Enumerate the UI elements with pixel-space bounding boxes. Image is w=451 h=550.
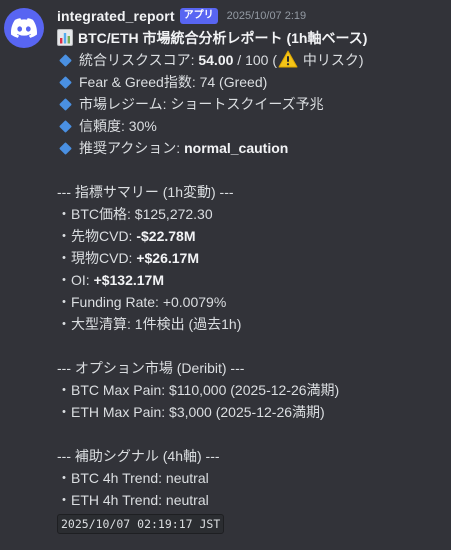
spot-cvd-line: ・現物CVD: +$26.17M (57, 247, 447, 269)
confidence-text: 信頼度: 30% (79, 118, 157, 134)
risk-score-label: 統合リスクスコア: (79, 52, 199, 68)
app-badge: アプリ (179, 8, 218, 24)
timestamp[interactable]: 2025/10/07 2:19 (227, 10, 307, 22)
report-title: BTC/ETH 市場統合分析レポート (1h軸ベース) (78, 30, 368, 46)
btc-trend-line: ・BTC 4h Trend: neutral (57, 470, 209, 486)
oi-value: +$132.17M (93, 272, 165, 288)
message-body: BTC/ETH 市場統合分析レポート (1h軸ベース) 統合リスクスコア: 54… (57, 27, 447, 534)
action-line: 推奨アクション: normal_caution (57, 137, 447, 159)
btc-price-line: ・BTC価格: $125,272.30 (57, 206, 213, 222)
footer-time-wrap: 2025/10/07 02:19:17 JST (57, 511, 447, 534)
action-label: 推奨アクション: (79, 140, 185, 156)
options-header: --- オプション市場 (Deribit) --- (57, 360, 245, 376)
oi-label: ・OI: (57, 272, 94, 288)
blue-diamond-icon (59, 76, 72, 90)
risk-level: 中リスク) (299, 52, 364, 68)
signal-header: --- 補助シグナル (4h軸) --- (57, 448, 220, 464)
spot-cvd-value: +$26.17M (136, 250, 200, 266)
footer-timestamp: 2025/10/07 02:19:17 JST (57, 514, 225, 534)
futures-cvd-value: -$22.78M (136, 228, 196, 244)
futures-cvd-line: ・先物CVD: -$22.78M (57, 225, 447, 247)
risk-score-value: 54.00 (198, 52, 234, 68)
blue-diamond-icon (59, 98, 72, 112)
spot-cvd-label: ・現物CVD: (57, 250, 137, 266)
avatar[interactable] (4, 8, 44, 48)
futures-cvd-label: ・先物CVD: (57, 228, 137, 244)
blue-diamond-icon (59, 54, 72, 68)
action-value: normal_caution (184, 140, 289, 156)
bar-chart-icon (57, 29, 73, 46)
funding-rate-line: ・Funding Rate: +0.0079% (57, 294, 227, 310)
indicator-header: --- 指標サマリー (1h変動) --- (57, 184, 234, 200)
report-title-line: BTC/ETH 市場統合分析レポート (1h軸ベース) (57, 27, 447, 49)
regime-text: 市場レジーム: ショートスクイーズ予兆 (79, 96, 324, 112)
blue-diamond-icon (59, 142, 72, 156)
regime-line: 市場レジーム: ショートスクイーズ予兆 (57, 93, 447, 115)
username[interactable]: integrated_report (57, 8, 175, 24)
risk-score-line: 統合リスクスコア: 54.00 / 100 ( 中リスク) (57, 49, 447, 71)
confidence-line: 信頼度: 30% (57, 115, 447, 137)
risk-score-total: / 100 ( (233, 52, 277, 68)
liquidation-line: ・大型清算: 1件検出 (過去1h) (57, 316, 242, 332)
blue-diamond-icon (59, 120, 72, 134)
message-content: integrated_report アプリ 2025/10/07 2:19 BT… (57, 5, 447, 534)
chat-message: integrated_report アプリ 2025/10/07 2:19 BT… (0, 0, 451, 550)
warning-icon (278, 50, 298, 68)
eth-maxpain-line: ・ETH Max Pain: $3,000 (2025-12-26満期) (57, 404, 325, 420)
discord-logo-icon (11, 18, 37, 38)
btc-maxpain-line: ・BTC Max Pain: $110,000 (2025-12-26満期) (57, 382, 340, 398)
fear-greed-text: Fear & Greed指数: 74 (Greed) (79, 74, 268, 90)
oi-line: ・OI: +$132.17M (57, 269, 447, 291)
fear-greed-line: Fear & Greed指数: 74 (Greed) (57, 71, 447, 93)
eth-trend-line: ・ETH 4h Trend: neutral (57, 492, 209, 508)
message-header: integrated_report アプリ 2025/10/07 2:19 (57, 5, 447, 27)
